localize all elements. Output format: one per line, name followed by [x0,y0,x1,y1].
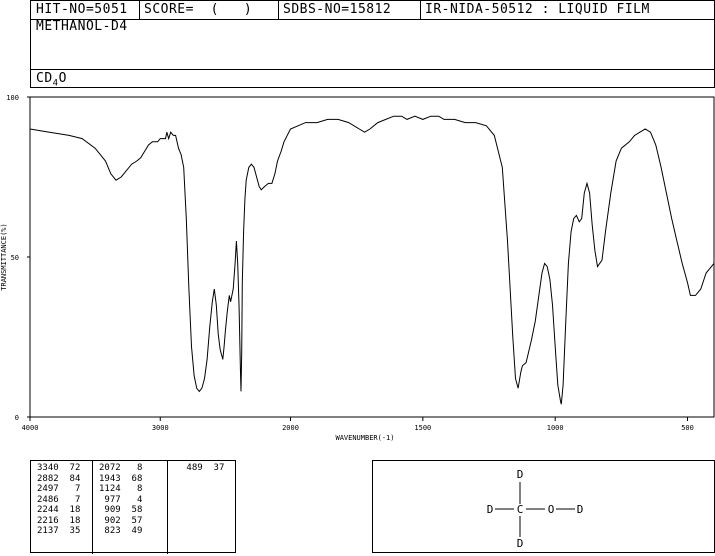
peak-transmittance: 7 [58,484,81,494]
peak-table: 3340 72 2882 84 2497 7 2486 7 2244 18 2216 18… [30,460,236,554]
peak-transmittance: 35 [58,526,81,536]
peak-wavenumber: 2072 [99,463,121,473]
peak-wavenumber: 489 [181,463,203,473]
x-tick-label: 4000 [22,424,39,432]
x-tick-label: 500 [681,424,694,432]
peak-wavenumber: 2137 [37,526,59,536]
peak-transmittance: 57 [120,515,143,526]
ir-spectrum-chart: 0 50 100 4000 3000 2000 1500 1000 500 WAVENUMBE… [0,94,715,442]
peak-row: 2497 7 [37,484,80,495]
peak-row: 2137 35 [37,526,80,537]
peak-row: 2216 18 [37,516,80,527]
peak-transmittance: 72 [58,463,81,473]
x-tick-label: 3000 [152,424,169,432]
peak-wavenumber: 2244 [37,505,59,515]
atom-label: D [517,468,524,481]
peak-row: 902 57 [99,516,142,527]
atom-label: D [487,503,494,516]
peak-wavenumber: 3340 [37,463,59,473]
y-tick-label: 50 [11,254,19,262]
x-tick-label: 2000 [282,424,299,432]
peak-transmittance: 68 [120,473,143,484]
x-axis-title: WAVENUMBER(-1) [335,434,394,442]
peak-row: 2072 8 [99,463,142,474]
peak-transmittance: 8 [120,484,143,494]
plot-frame [29,96,715,418]
spectrum-line [29,115,715,405]
peak-wavenumber: 2882 [37,473,59,484]
peak-table-divider [92,461,93,554]
peak-transmittance: 49 [120,526,143,536]
structure-box: D D C O D D [372,460,715,553]
peak-table-divider [167,461,168,554]
peak-wavenumber: 1124 [99,484,121,494]
atom-label: D [577,503,584,516]
peak-column: 3340 72 2882 84 2497 7 2486 7 2244 18 2216 18… [37,463,80,537]
peak-row: 977 4 [99,495,142,506]
peak-wavenumber: 2497 [37,484,59,494]
y-axis-title: TRANSMITTANCE(%) [0,223,8,290]
molecule-structure: D D C O D D [487,468,584,550]
peak-row: 2882 84 [37,474,80,485]
peak-row: 909 58 [99,505,142,516]
peak-row: 3340 72 [37,463,80,474]
x-tick-label: 1500 [414,424,431,432]
peak-column: 2072 8 1943 68 1124 8 977 4 909 58 902 57 … [99,463,142,537]
peak-row: 489 37 [181,463,224,474]
peak-wavenumber: 2486 [37,494,59,505]
peak-wavenumber: 902 [99,515,121,526]
atom-label: O [548,503,555,516]
atom-label: D [517,537,524,550]
atom-label: C [517,503,524,516]
y-tick-label: 100 [6,94,19,102]
peak-transmittance: 84 [58,473,81,484]
peak-row: 1943 68 [99,474,142,485]
peak-transmittance: 58 [120,505,143,515]
peak-row: 2244 18 [37,505,80,516]
y-tick-label: 0 [15,414,19,422]
peak-wavenumber: 977 [99,494,121,505]
peak-transmittance: 7 [58,494,81,505]
peak-transmittance: 18 [58,505,81,515]
peak-row: 2486 7 [37,495,80,506]
peak-transmittance: 4 [120,494,143,505]
peak-row: 823 49 [99,526,142,537]
peak-column: 489 37 [181,463,224,474]
peak-wavenumber: 823 [99,526,121,536]
peak-transmittance: 8 [120,463,143,473]
peak-wavenumber: 1943 [99,473,121,484]
peak-row: 1124 8 [99,484,142,495]
peak-transmittance: 37 [202,463,225,473]
x-tick-label: 1000 [547,424,564,432]
peak-wavenumber: 909 [99,505,121,515]
peak-transmittance: 18 [58,515,81,526]
peak-wavenumber: 2216 [37,515,59,526]
